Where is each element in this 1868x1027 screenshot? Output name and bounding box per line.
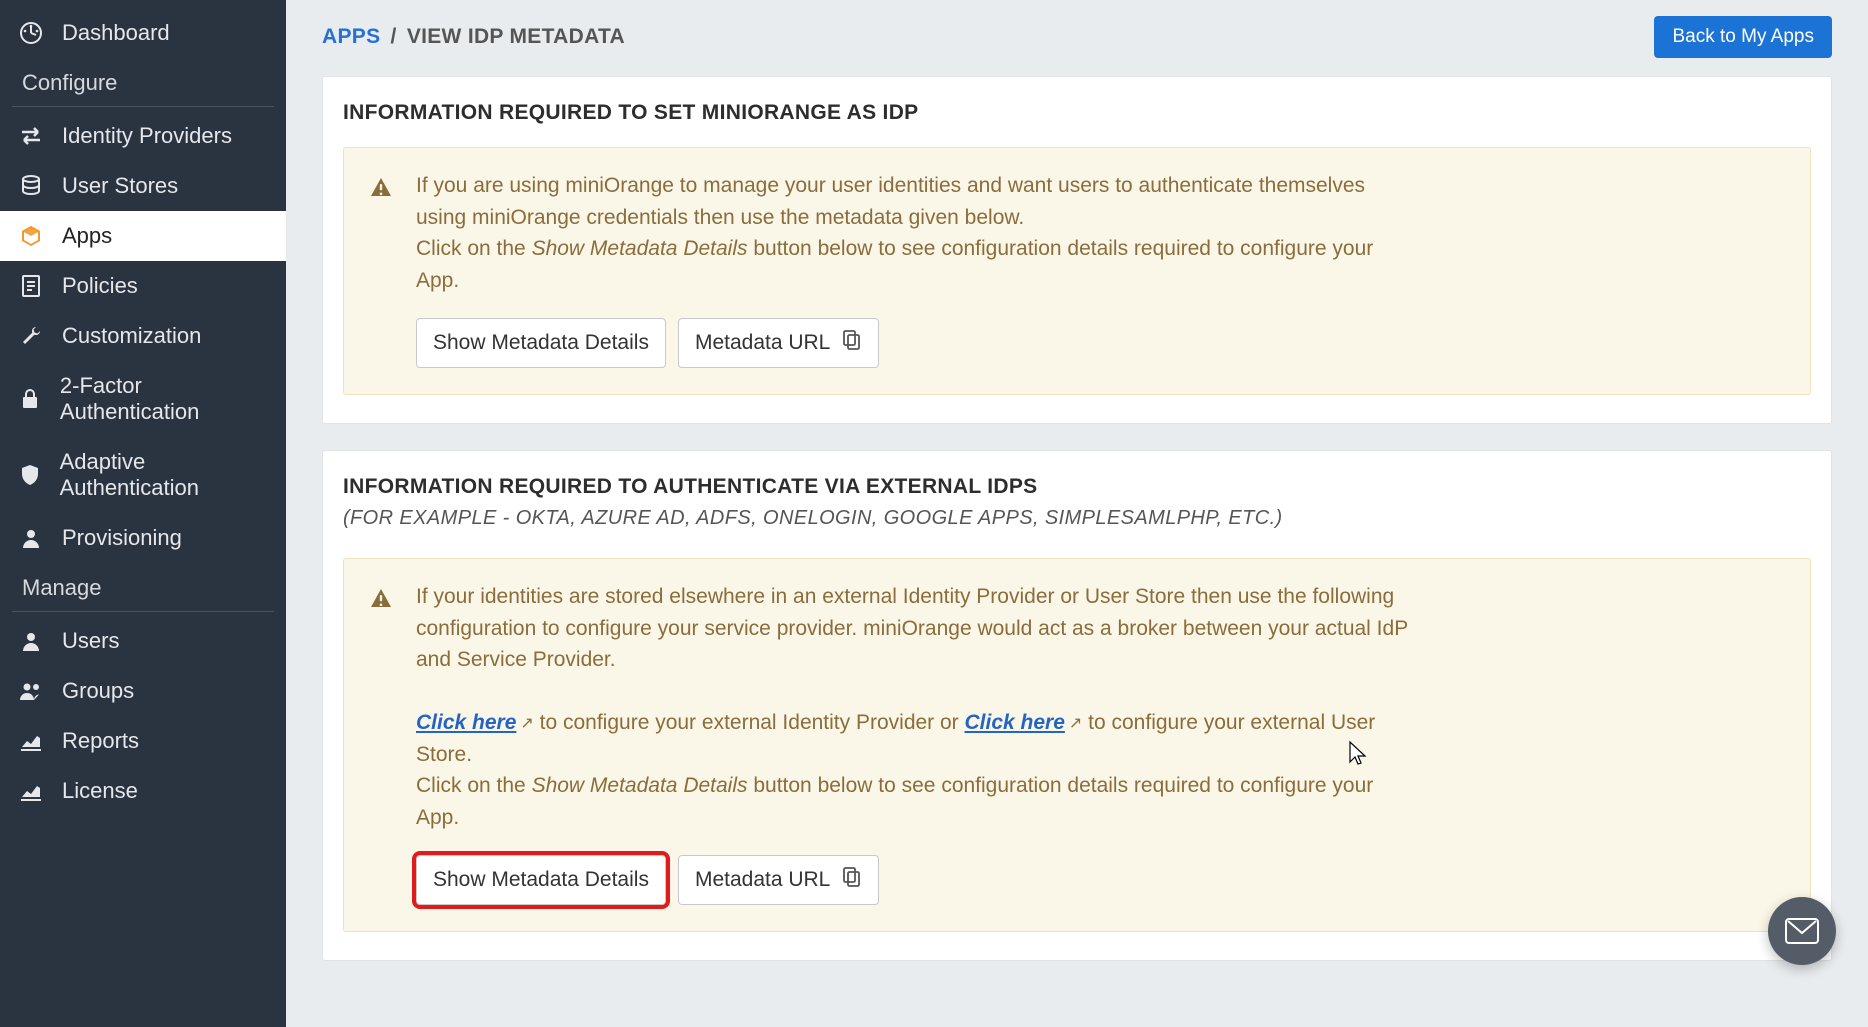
- main-content: APPS / VIEW IDP METADATA Back to My Apps…: [286, 0, 1868, 1027]
- card-subtitle: (FOR EXAMPLE - OKTA, AZURE AD, ADFS, ONE…: [343, 507, 1811, 530]
- alert-external: If your identities are stored elsewhere …: [343, 558, 1811, 932]
- contact-mail-fab[interactable]: [1768, 897, 1836, 965]
- sidebar-section-manage: Manage: [0, 563, 286, 611]
- sidebar-item-license[interactable]: License: [0, 766, 286, 816]
- user-icon: [18, 526, 44, 550]
- sidebar-item-provisioning[interactable]: Provisioning: [0, 513, 286, 563]
- click-here-idp-link[interactable]: Click here: [416, 711, 516, 734]
- sidebar: Dashboard Configure Identity Providers U…: [0, 0, 286, 1027]
- alert-text-p1: If you are using miniOrange to manage yo…: [416, 170, 1416, 233]
- sidebar-item-label: Customization: [62, 323, 201, 349]
- database-icon: [18, 174, 44, 198]
- card-title: INFORMATION REQUIRED TO AUTHENTICATE VIA…: [343, 475, 1811, 499]
- alert-miniorange: If you are using miniOrange to manage yo…: [343, 147, 1811, 395]
- sidebar-item-label: Provisioning: [62, 525, 182, 551]
- sidebar-item-reports[interactable]: Reports: [0, 716, 286, 766]
- metadata-url-label: Metadata URL: [695, 331, 830, 355]
- users-icon: [18, 680, 44, 702]
- alert-body: If your identities are stored elsewhere …: [416, 581, 1416, 905]
- alert-body: If you are using miniOrange to manage yo…: [416, 170, 1416, 368]
- sidebar-item-groups[interactable]: Groups: [0, 666, 286, 716]
- warning-icon: [370, 587, 392, 905]
- sidebar-item-label: 2-Factor Authentication: [60, 373, 268, 425]
- sidebar-item-label: Apps: [62, 223, 112, 249]
- document-icon: [18, 274, 44, 298]
- sidebar-item-dashboard[interactable]: Dashboard: [0, 8, 286, 58]
- sidebar-section-configure: Configure: [0, 58, 286, 106]
- card-external-idps: INFORMATION REQUIRED TO AUTHENTICATE VIA…: [322, 450, 1832, 961]
- wrench-icon: [18, 324, 44, 348]
- sidebar-item-label: Groups: [62, 678, 134, 704]
- card-title: INFORMATION REQUIRED TO SET MINIORANGE A…: [343, 101, 1811, 125]
- breadcrumb-separator: /: [391, 25, 397, 48]
- shield-icon: [18, 463, 42, 487]
- sidebar-item-2fa[interactable]: 2-Factor Authentication: [0, 361, 286, 437]
- alert-text-p2: Click here↗ to configure your external I…: [416, 707, 1416, 770]
- show-metadata-details-button[interactable]: Show Metadata Details: [416, 855, 666, 905]
- sidebar-item-customization[interactable]: Customization: [0, 311, 286, 361]
- button-row: Show Metadata Details Metadata URL: [416, 318, 1416, 368]
- breadcrumb-current: VIEW IDP METADATA: [407, 25, 625, 48]
- sidebar-item-apps[interactable]: Apps: [0, 211, 286, 261]
- metadata-url-button[interactable]: Metadata URL: [678, 318, 879, 368]
- button-row: Show Metadata Details Metadata URL: [416, 855, 1416, 905]
- alert-text-p3: Click on the Show Metadata Details butto…: [416, 770, 1416, 833]
- metadata-url-label: Metadata URL: [695, 868, 830, 892]
- show-metadata-details-button[interactable]: Show Metadata Details: [416, 318, 666, 368]
- card-miniorange-idp: INFORMATION REQUIRED TO SET MINIORANGE A…: [322, 76, 1832, 424]
- sidebar-item-label: User Stores: [62, 173, 178, 199]
- warning-icon: [370, 176, 392, 368]
- back-to-my-apps-button[interactable]: Back to My Apps: [1654, 16, 1832, 58]
- breadcrumb-link-apps[interactable]: APPS: [322, 25, 380, 48]
- dashboard-icon: [18, 21, 44, 45]
- chart-icon: [18, 781, 44, 801]
- sidebar-item-label: Identity Providers: [62, 123, 232, 149]
- copy-icon: [842, 329, 862, 357]
- sidebar-item-label: Policies: [62, 273, 138, 299]
- sidebar-item-identity-providers[interactable]: Identity Providers: [0, 111, 286, 161]
- sidebar-item-policies[interactable]: Policies: [0, 261, 286, 311]
- divider: [12, 611, 274, 612]
- alert-text-p2: Click on the Show Metadata Details butto…: [416, 233, 1416, 296]
- sidebar-item-label: Users: [62, 628, 119, 654]
- user-icon: [18, 629, 44, 653]
- sidebar-item-label: License: [62, 778, 138, 804]
- sidebar-item-user-stores[interactable]: User Stores: [0, 161, 286, 211]
- arrows-icon: [18, 126, 44, 146]
- click-here-userstore-link[interactable]: Click here: [965, 711, 1065, 734]
- sidebar-item-adaptive-auth[interactable]: Adaptive Authentication: [0, 437, 286, 513]
- chart-icon: [18, 731, 44, 751]
- sidebar-item-users[interactable]: Users: [0, 616, 286, 666]
- copy-icon: [842, 866, 862, 894]
- cube-icon: [18, 224, 44, 248]
- sidebar-item-label: Dashboard: [62, 20, 170, 46]
- external-link-icon: ↗: [1069, 712, 1082, 736]
- alert-text-p1: If your identities are stored elsewhere …: [416, 581, 1416, 676]
- external-link-icon: ↗: [520, 712, 533, 736]
- sidebar-item-label: Reports: [62, 728, 139, 754]
- sidebar-item-label: Adaptive Authentication: [60, 449, 268, 501]
- metadata-url-button[interactable]: Metadata URL: [678, 855, 879, 905]
- lock-icon: [18, 387, 42, 411]
- divider: [12, 106, 274, 107]
- page-header: APPS / VIEW IDP METADATA Back to My Apps: [322, 0, 1832, 76]
- breadcrumb: APPS / VIEW IDP METADATA: [322, 25, 625, 49]
